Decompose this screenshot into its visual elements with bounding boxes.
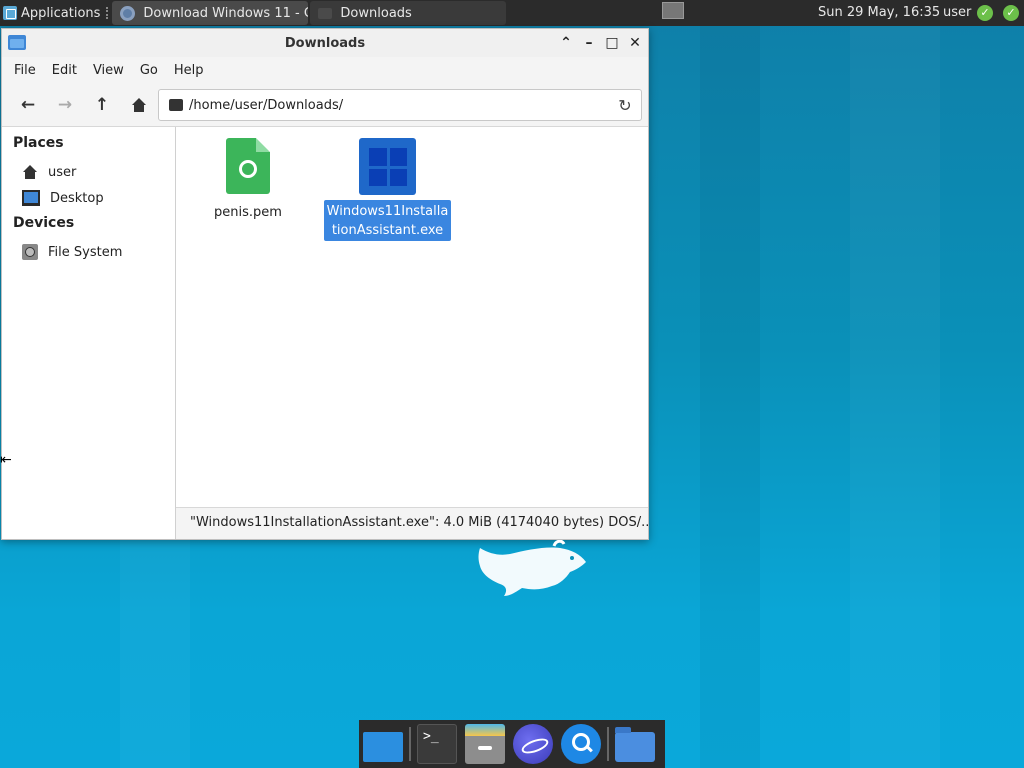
dock: >_ (359, 720, 665, 768)
file-manager-icon[interactable] (465, 724, 505, 764)
desktop-band (700, 26, 760, 768)
applications-menu-button[interactable]: Applications (0, 0, 104, 26)
sidebar-item-label: Desktop (50, 190, 104, 206)
seal-icon (239, 160, 257, 178)
location-bar[interactable]: /home/user/Downloads/ ↻ (158, 89, 642, 121)
folder-icon (8, 35, 26, 50)
folder-icon (169, 99, 183, 111)
back-button[interactable]: ← (16, 93, 40, 117)
dock-separator (607, 727, 609, 761)
close-button[interactable]: ✕ (625, 33, 645, 53)
app-finder-icon[interactable] (561, 724, 601, 764)
shade-button[interactable]: ⌃ (556, 33, 576, 53)
top-panel: Applications Download Windows 11 - C... … (0, 0, 1024, 26)
menu-view[interactable]: View (85, 63, 132, 78)
minimize-button[interactable]: – (579, 33, 599, 53)
window-title: Downloads (284, 35, 366, 51)
file-view[interactable]: penis.pem Windows11InstallationAssistant… (176, 127, 648, 539)
sidebar-item-file-system[interactable]: File System (2, 239, 175, 265)
taskbar-item-browser[interactable]: Download Windows 11 - C... (112, 1, 309, 25)
chrome-icon (120, 5, 136, 21)
resize-cursor-icon: ⇤ (0, 452, 12, 468)
sidebar-heading-places: Places (13, 135, 64, 151)
toolbar: ← → ↑ /home/user/Downloads/ ↻ (2, 83, 648, 127)
sidebar-item-desktop[interactable]: Desktop (2, 185, 175, 211)
certificate-file-icon (226, 138, 270, 194)
reload-icon[interactable]: ↻ (613, 96, 637, 115)
location-path[interactable]: /home/user/Downloads/ (189, 98, 613, 113)
applications-label: Applications (21, 5, 101, 21)
folder-icon (318, 7, 333, 19)
dock-separator (409, 727, 411, 761)
check-icon[interactable]: ✓ (1003, 5, 1019, 21)
menubar: File Edit View Go Help (2, 57, 648, 83)
file-manager-window: Downloads ⌃ – □ ✕ File Edit View Go Help… (1, 28, 649, 540)
taskbar-item-downloads[interactable]: Downloads (310, 1, 507, 25)
show-desktop-icon[interactable] (363, 732, 403, 766)
taskbar-item-label: Download Windows 11 - C... (143, 5, 309, 21)
panel-separator (106, 7, 110, 19)
sidebar-item-label: File System (48, 244, 123, 260)
applications-icon (3, 6, 17, 20)
clock[interactable]: Sun 29 May, 16:35 (818, 0, 940, 26)
sidebar-item-user[interactable]: user (2, 159, 175, 185)
home-icon (131, 98, 147, 112)
parent-folder-button[interactable]: ↑ (90, 93, 114, 117)
menu-file[interactable]: File (6, 63, 44, 78)
sidebar-heading-devices: Devices (13, 215, 75, 231)
home-button[interactable] (127, 93, 151, 117)
titlebar[interactable]: Downloads ⌃ – □ ✕ (2, 29, 648, 57)
folder-icon[interactable] (615, 727, 655, 762)
panel-user-name[interactable]: user (943, 0, 971, 26)
menu-go[interactable]: Go (132, 63, 166, 78)
file-name: penis.pem (214, 205, 282, 220)
drive-icon (22, 244, 38, 260)
status-bar: "Windows11InstallationAssistant.exe": 4.… (176, 507, 648, 539)
maximize-button[interactable]: □ (602, 33, 622, 53)
content-area: Places user Desktop Devices File System … (2, 127, 648, 539)
web-browser-icon[interactable] (513, 724, 553, 764)
sidebar-item-label: user (48, 164, 77, 180)
workspace-switcher[interactable] (662, 2, 684, 19)
menu-edit[interactable]: Edit (44, 63, 85, 78)
file-name-selected: Windows11InstallationAssistant.exe (324, 200, 451, 241)
terminal-icon[interactable]: >_ (417, 724, 457, 764)
xfce-mouse-logo (478, 540, 586, 596)
home-icon (22, 165, 38, 179)
sidebar: Places user Desktop Devices File System (2, 127, 176, 539)
menu-help[interactable]: Help (166, 63, 212, 78)
windows-logo-icon (369, 148, 407, 186)
forward-button[interactable]: → (53, 93, 77, 117)
desktop-band (850, 26, 940, 768)
windows-executable-icon (359, 138, 416, 195)
taskbar-item-label: Downloads (340, 5, 412, 21)
desktop-icon (22, 190, 40, 206)
check-icon[interactable]: ✓ (977, 5, 993, 21)
